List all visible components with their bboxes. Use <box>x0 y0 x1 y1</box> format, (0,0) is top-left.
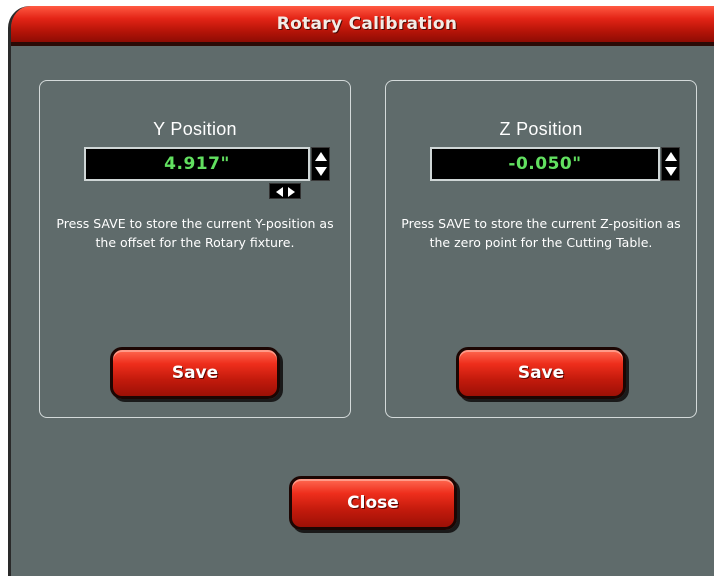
y-position-spinner[interactable] <box>311 147 330 181</box>
spin-down-icon[interactable] <box>665 167 677 176</box>
y-position-title: Y Position <box>153 119 237 139</box>
y-position-value-field[interactable]: 4.917" <box>84 147 310 181</box>
z-position-panel: Z Position -0.050" Press SAVE to store t… <box>385 80 697 418</box>
close-button[interactable]: Close <box>289 476 457 530</box>
z-position-value-field[interactable]: -0.050" <box>430 147 660 181</box>
spin-up-icon[interactable] <box>315 152 327 161</box>
z-position-title: Z Position <box>499 119 583 139</box>
arrow-right-icon[interactable] <box>288 187 295 197</box>
dialog-title: Rotary Calibration <box>276 14 458 34</box>
rotary-calibration-dialog: Rotary Calibration Y Position 4.917" Pre… <box>8 6 714 576</box>
y-position-panel: Y Position 4.917" Press SAVE to store th… <box>39 80 351 418</box>
z-position-description: Press SAVE to store the current Z-positi… <box>401 216 681 250</box>
spin-up-icon[interactable] <box>665 152 677 161</box>
title-bar: Rotary Calibration <box>11 6 714 46</box>
z-save-button[interactable]: Save <box>456 347 626 399</box>
y-save-button[interactable]: Save <box>110 347 280 399</box>
spin-down-icon[interactable] <box>315 167 327 176</box>
y-position-description: Press SAVE to store the current Y-positi… <box>56 216 334 250</box>
y-position-left-right-arrows[interactable] <box>269 183 301 199</box>
z-position-spinner[interactable] <box>661 147 680 181</box>
arrow-left-icon[interactable] <box>276 187 283 197</box>
